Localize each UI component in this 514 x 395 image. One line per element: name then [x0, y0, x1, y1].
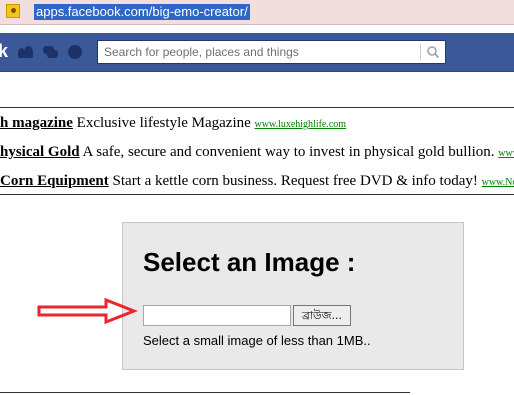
ad-item: Corn Equipment Start a kettle corn busin…: [0, 172, 514, 190]
facebook-logo[interactable]: k: [0, 42, 8, 60]
site-favicon-icon: [6, 4, 20, 18]
upload-hint: Select a small image of less than 1MB..: [143, 333, 371, 348]
bottom-divider: [0, 392, 410, 393]
ad-description: Start a kettle corn business. Request fr…: [112, 173, 478, 189]
ad-title-link[interactable]: h magazine: [0, 115, 73, 131]
upload-title: Select an Image :: [143, 247, 356, 277]
ad-url-link[interactable]: www.g: [498, 148, 514, 159]
image-upload-panel: Select an Image : ব্রাউজ... Select a sma…: [122, 222, 464, 370]
search-icon[interactable]: [422, 41, 445, 63]
search-divider: [420, 44, 421, 60]
ad-item: h magazine Exclusive lifestyle Magazine …: [0, 114, 346, 132]
ad-description: A safe, secure and convenient way to inv…: [82, 144, 495, 160]
browse-button[interactable]: ব্রাউজ...: [293, 305, 351, 326]
address-url[interactable]: apps.facebook.com/big-emo-creator/: [34, 4, 250, 20]
file-path-field[interactable]: [143, 305, 291, 326]
ad-url-link[interactable]: www.luxehighlife.com: [255, 119, 347, 130]
ad-item: hysical Gold A safe, secure and convenie…: [0, 143, 514, 161]
messages-icon[interactable]: [43, 46, 59, 58]
notifications-globe-icon[interactable]: [68, 45, 82, 59]
ad-description: Exclusive lifestyle Magazine: [76, 115, 251, 131]
ad-title-link[interactable]: Corn Equipment: [0, 173, 109, 189]
search-bar: [97, 40, 446, 64]
red-arrow-annotation-icon: [37, 298, 138, 324]
facebook-top-bar: k: [0, 33, 514, 72]
ad-url-link[interactable]: www.North: [482, 177, 514, 188]
ad-title-link[interactable]: hysical Gold: [0, 144, 80, 160]
address-bar[interactable]: apps.facebook.com/big-emo-creator/: [0, 0, 514, 25]
toolbar-gap: [0, 25, 514, 33]
friend-requests-icon[interactable]: [18, 46, 34, 58]
search-input[interactable]: [98, 41, 418, 63]
ad-list: h magazine Exclusive lifestyle Magazine …: [0, 107, 514, 195]
